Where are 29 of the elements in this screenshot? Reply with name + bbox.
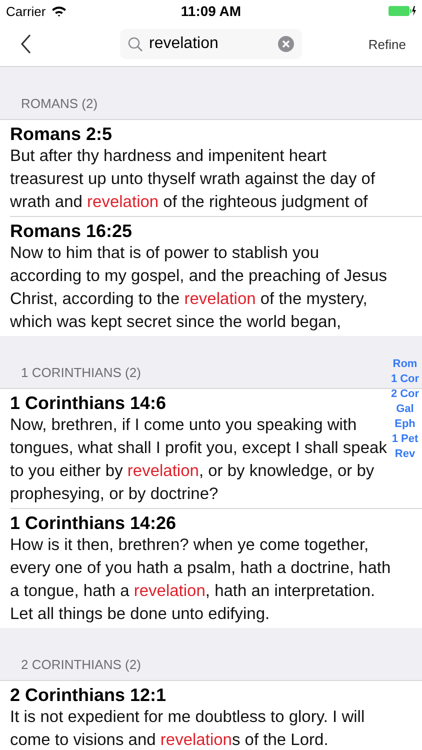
verse-reference[interactable]: 2 Corinthians 12:1 xyxy=(10,684,166,706)
carrier-name: Carrier xyxy=(6,4,46,18)
verse-text: How is it then, brethren? when ye come together, every one of you hath a psalm, hath a doctrine, hath a tongue, hath a revelation, hath an interpretation. Let all things be done unto edifying. xyxy=(10,535,392,625)
verse-reference[interactable]: Romans 16:25 xyxy=(10,220,132,242)
verse-text: It is not expedient for me doubtless to glory. I will come to visions and revelations of the Lord. xyxy=(10,707,366,750)
verse-reference[interactable]: 1 Corinthians 14:6 xyxy=(10,392,166,414)
search-field[interactable]: revelation xyxy=(120,29,302,59)
refine-button[interactable]: Refine xyxy=(364,32,410,56)
verse-reference[interactable]: 1 Corinthians 14:26 xyxy=(10,512,176,534)
battery-charging-icon xyxy=(388,5,416,17)
verse-reference[interactable]: Romans 2:5 xyxy=(10,123,112,145)
wifi-icon xyxy=(50,5,67,17)
section-index-item[interactable]: Gal xyxy=(396,402,414,417)
verse-text: But after thy hardness and impenitent heart treasurest up unto thyself wrath against the day of wrath and revelation of the righteous judgment of xyxy=(10,146,376,213)
section-header: ROMANS (2) xyxy=(0,67,422,120)
section-index-item[interactable]: 1 Pet xyxy=(392,432,418,447)
section-index-item[interactable]: 1 Cor xyxy=(390,372,420,387)
verse-text: Now, brethren, if I come unto you speaking with tongues, what shall I profit you, except I shall speak to you either by revelation, or by knowledge, or by prophesying, or by doctrine? xyxy=(10,415,388,505)
section-index-item[interactable]: Rev xyxy=(394,447,416,462)
verse-text: Now to him that is of power to stablish you according to my gospel, and the preaching of Jesus Christ, according to the revelation of the mystery, which was kept secret since the world began, xyxy=(10,243,388,333)
search-icon xyxy=(128,36,143,52)
search-input[interactable]: revelation xyxy=(149,35,272,53)
section-index-item[interactable]: Eph xyxy=(394,417,416,432)
section-header: 2 CORINTHIANS (2) xyxy=(0,628,422,681)
back-chevron-icon[interactable] xyxy=(20,34,32,54)
status-time: 11:09 AM xyxy=(180,3,242,19)
section-index-item[interactable]: 2 Cor xyxy=(390,387,420,402)
clear-icon[interactable] xyxy=(278,36,294,52)
section-index-item[interactable]: Rom xyxy=(392,357,418,372)
